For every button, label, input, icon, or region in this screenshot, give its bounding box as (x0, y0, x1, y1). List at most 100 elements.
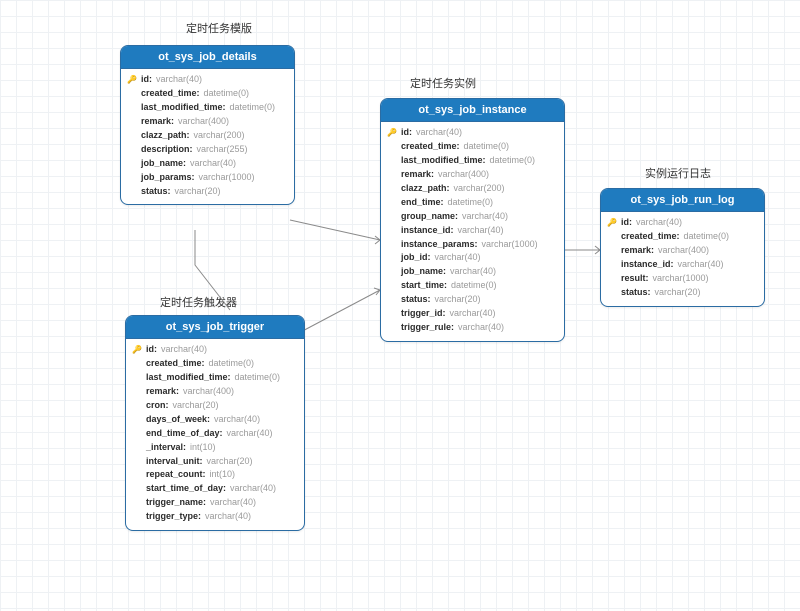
column-type: varchar(40) (435, 251, 481, 265)
column-row: job_name:varchar(40) (127, 157, 288, 171)
column-name: end_time_of_day: (146, 427, 223, 441)
column-name: instance_id: (621, 258, 674, 272)
column-name: last_modified_time: (146, 371, 231, 385)
column-row: created_time: datetime(0) (127, 87, 288, 101)
column-row: created_time:datetime(0) (387, 140, 558, 154)
column-name: trigger_id: (401, 307, 446, 321)
column-type: varchar(40) (416, 126, 462, 140)
column-row: remark:varchar(400) (127, 115, 288, 129)
column-row: trigger_name: varchar(40) (132, 496, 298, 510)
column-type: int(10) (210, 468, 236, 482)
column-name: id: (401, 126, 412, 140)
column-row: days_of_week:varchar(40) (132, 413, 298, 427)
entity-header: ot_sys_job_trigger (126, 316, 304, 339)
column-row: end_time_of_day:varchar(40) (132, 427, 298, 441)
column-row: job_id: varchar(40) (387, 251, 558, 265)
column-name: remark: (621, 244, 654, 258)
column-type: varchar(400) (438, 168, 489, 182)
column-name: group_name: (401, 210, 458, 224)
column-type: varchar(1000) (199, 171, 255, 185)
column-type: varchar(1000) (482, 238, 538, 252)
column-row: trigger_type:varchar(40) (132, 510, 298, 524)
column-row: last_modified_time: datetime(0) (132, 371, 298, 385)
column-type: varchar(40) (458, 321, 504, 335)
column-type: varchar(200) (454, 182, 505, 196)
column-type: datetime(0) (209, 357, 255, 371)
column-row: start_time_of_day:varchar(40) (132, 482, 298, 496)
column-type: varchar(40) (450, 265, 496, 279)
column-row: trigger_rule:varchar(40) (387, 321, 558, 335)
column-type: varchar(400) (178, 115, 229, 129)
column-row: end_time:datetime(0) (387, 196, 558, 210)
column-type: varchar(20) (207, 455, 253, 469)
column-type: varchar(400) (183, 385, 234, 399)
column-row: cron:varchar(20) (132, 399, 298, 413)
column-row-pk: 🔑id:varchar(40) (132, 343, 298, 357)
entity-body: 🔑id:varchar(40)created_time:datetime(0)r… (601, 212, 764, 306)
column-name: result: (621, 272, 649, 286)
column-name: status: (621, 286, 651, 300)
column-row: remark:varchar(400) (132, 385, 298, 399)
column-row: remark: varchar(400) (607, 244, 758, 258)
column-type: datetime(0) (230, 101, 276, 115)
column-type: varchar(40) (161, 343, 207, 357)
entity-header: ot_sys_job_details (121, 46, 294, 69)
column-row: last_modified_time:datetime(0) (127, 101, 288, 115)
column-name: days_of_week: (146, 413, 210, 427)
column-type: varchar(20) (175, 185, 221, 199)
entity-body: 🔑id:varchar(40)created_time:datetime(0)l… (126, 339, 304, 530)
label-instance: 定时任务实例 (410, 75, 476, 91)
column-row: description: varchar(255) (127, 143, 288, 157)
entity-ot-sys-job-trigger[interactable]: ot_sys_job_trigger 🔑id:varchar(40)create… (125, 315, 305, 531)
column-type: varchar(40) (458, 224, 504, 238)
column-type: varchar(255) (197, 143, 248, 157)
column-name: clazz_path: (401, 182, 450, 196)
column-row: status:varchar(20) (127, 185, 288, 199)
column-type: varchar(40) (210, 496, 256, 510)
column-name: created_time: (141, 87, 200, 101)
column-row-pk: 🔑id:varchar(40) (607, 216, 758, 230)
entity-ot-sys-job-instance[interactable]: ot_sys_job_instance 🔑id:varchar(40)creat… (380, 98, 565, 342)
column-name: job_params: (141, 171, 195, 185)
column-row: status: varchar(20) (607, 286, 758, 300)
column-row: created_time:datetime(0) (607, 230, 758, 244)
column-name: _interval: (146, 441, 186, 455)
column-name: trigger_type: (146, 510, 201, 524)
column-row: interval_unit: varchar(20) (132, 455, 298, 469)
column-name: id: (141, 73, 152, 87)
column-row: _interval: int(10) (132, 441, 298, 455)
column-type: varchar(400) (658, 244, 709, 258)
entity-body: 🔑id:varchar(40)created_time:datetime(0)l… (381, 122, 564, 341)
column-name: cron: (146, 399, 169, 413)
column-type: varchar(40) (450, 307, 496, 321)
entity-ot-sys-job-run-log[interactable]: ot_sys_job_run_log 🔑 id: varchar(40) create… (600, 188, 765, 307)
column-type: varchar(20) (655, 286, 701, 300)
column-name: id: (146, 343, 157, 357)
key-icon: 🔑 (607, 217, 617, 229)
column-row: status: varchar(20) (387, 293, 558, 307)
column-row: last_modified_time:datetime(0) (387, 154, 558, 168)
column-type: datetime(0) (464, 140, 510, 154)
column-name: trigger_name: (146, 496, 206, 510)
column-name: description: (141, 143, 193, 157)
entity-header: ot_sys_job_run_log (601, 189, 764, 212)
key-icon: 🔑 (387, 127, 397, 139)
entity-header: ot_sys_job_instance (381, 99, 564, 122)
column-name: job_id: (401, 251, 431, 265)
column-name: instance_params: (401, 238, 478, 252)
column-name: status: (401, 293, 431, 307)
column-row: clazz_path: varchar(200) (387, 182, 558, 196)
column-row: job_params: varchar(1000) (127, 171, 288, 185)
column-name: id: (621, 216, 632, 230)
column-type: datetime(0) (490, 154, 536, 168)
column-type: int(10) (190, 441, 216, 455)
column-type: datetime(0) (235, 371, 281, 385)
column-name: clazz_path: (141, 129, 190, 143)
column-name: interval_unit: (146, 455, 203, 469)
er-canvas: 定时任务模版 定时任务触发器 定时任务实例 实例运行日志 ot_sys_job_… (0, 0, 800, 611)
column-type: datetime(0) (204, 87, 250, 101)
entity-ot-sys-job-details[interactable]: ot_sys_job_details 🔑id:varchar(40)create… (120, 45, 295, 205)
column-type: varchar(20) (435, 293, 481, 307)
column-type: varchar(40) (678, 258, 724, 272)
column-row: trigger_id: varchar(40) (387, 307, 558, 321)
